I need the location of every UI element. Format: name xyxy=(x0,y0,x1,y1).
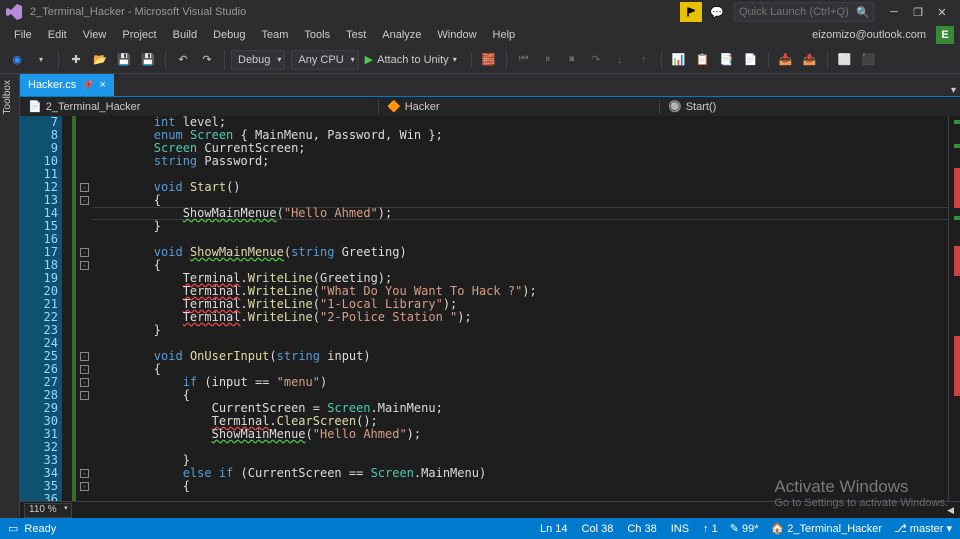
close-button[interactable]: ✕ xyxy=(930,2,954,22)
scroll-map[interactable] xyxy=(948,116,960,501)
step-into-button[interactable]: ↓ xyxy=(609,49,631,71)
fold-toggle[interactable]: - xyxy=(80,391,89,400)
title-bar: 2_Terminal_Hacker - Microsoft Visual Stu… xyxy=(0,0,960,24)
status-publish-icon[interactable]: ↑ 1 xyxy=(703,523,718,535)
pause-button[interactable]: ⏸ xyxy=(537,49,559,71)
document-tabs: Hacker.cs 📌 × ▾ xyxy=(20,74,960,96)
fold-toggle[interactable]: - xyxy=(80,469,89,478)
open-button[interactable]: 📂 xyxy=(89,49,111,71)
tool-icon-c[interactable]: 📑 xyxy=(716,49,738,71)
tool-icon-d[interactable]: 📄 xyxy=(740,49,762,71)
toolbar: ◉ ▾ ✚ 📂 💾 💾 ↶ ↷ Debug Any CPU ▶Attach to… xyxy=(0,46,960,74)
left-dock: Toolbox xyxy=(0,74,20,519)
undo-button[interactable]: ↶ xyxy=(172,49,194,71)
status-ready-icon: ▭ xyxy=(8,522,18,535)
notification-flag-icon[interactable] xyxy=(680,2,702,22)
toolbox-tab[interactable]: Toolbox xyxy=(0,74,15,120)
nav-project-label: 2_Terminal_Hacker xyxy=(46,101,141,113)
hscroll-left[interactable]: ◀ xyxy=(947,505,960,516)
vs-logo-icon xyxy=(6,4,22,20)
fold-toggle[interactable]: - xyxy=(80,248,89,257)
status-col: Col 38 xyxy=(582,523,614,535)
status-repo[interactable]: 🏠 2_Terminal_Hacker xyxy=(771,522,883,535)
code-editor[interactable]: 7891011121314151617181920212223242526272… xyxy=(20,116,960,501)
fold-toggle[interactable]: - xyxy=(80,378,89,387)
fold-toggle[interactable]: - xyxy=(80,261,89,270)
status-branch[interactable]: ⎇ master ▾ xyxy=(894,522,952,535)
fold-toggle[interactable]: - xyxy=(80,196,89,205)
menu-project[interactable]: Project xyxy=(114,27,164,43)
redo-button[interactable]: ↷ xyxy=(196,49,218,71)
status-line: Ln 14 xyxy=(540,523,568,535)
restore-button[interactable]: ❐ xyxy=(906,2,930,22)
nav-method[interactable]: 🔘Start() xyxy=(660,100,960,113)
nav-bar: 📄2_Terminal_Hacker 🔶Hacker 🔘Start() xyxy=(20,96,960,116)
menu-view[interactable]: View xyxy=(75,27,115,43)
nav-back-button[interactable]: ◉ xyxy=(6,49,28,71)
fold-toggle[interactable]: - xyxy=(80,482,89,491)
save-all-button[interactable]: 💾 xyxy=(137,49,159,71)
nav-project[interactable]: 📄2_Terminal_Hacker xyxy=(20,100,148,113)
nav-method-label: Start() xyxy=(686,101,717,113)
nav-class[interactable]: 🔶Hacker xyxy=(379,100,659,113)
tool-icon-e[interactable]: 📥 xyxy=(775,49,797,71)
save-button[interactable]: 💾 xyxy=(113,49,135,71)
menu-analyze[interactable]: Analyze xyxy=(374,27,429,43)
status-ready: Ready xyxy=(24,523,56,535)
fold-toggle[interactable]: - xyxy=(80,352,89,361)
editor-footer: 110 % ◀ xyxy=(20,501,960,519)
tool-icon-h[interactable]: ⬛ xyxy=(858,49,880,71)
start-label: Attach to Unity xyxy=(377,54,449,66)
step-out-button[interactable]: ↑ xyxy=(633,49,655,71)
tool-icon-g[interactable]: ⬜ xyxy=(834,49,856,71)
tool-icon-a[interactable]: 📊 xyxy=(668,49,690,71)
nav-dropdown-button[interactable]: ▾ xyxy=(30,49,52,71)
start-debug-button[interactable]: ▶Attach to Unity▾ xyxy=(361,50,465,70)
account-link[interactable]: eizomizo@outlook.com xyxy=(806,29,932,41)
window-title: 2_Terminal_Hacker - Microsoft Visual Stu… xyxy=(30,6,246,18)
nav-class-label: Hacker xyxy=(405,101,440,113)
zoom-combo[interactable]: 110 % xyxy=(24,503,72,518)
search-icon[interactable]: 🔍 xyxy=(852,2,874,22)
stop-button[interactable]: ⏹ xyxy=(561,49,583,71)
status-changes-icon[interactable]: ✎ 99* xyxy=(730,522,759,535)
file-tab-name: Hacker.cs xyxy=(28,79,76,91)
fold-toggle[interactable]: - xyxy=(80,183,89,192)
menu-debug[interactable]: Debug xyxy=(205,27,253,43)
status-ch: Ch 38 xyxy=(627,523,656,535)
menu-bar: FileEditViewProjectBuildDebugTeamToolsTe… xyxy=(0,24,960,46)
step-over-button[interactable]: ↷ xyxy=(585,49,607,71)
feedback-icon[interactable]: 💬 xyxy=(706,2,728,22)
tool-icon-f[interactable]: 📤 xyxy=(799,49,821,71)
platform-combo[interactable]: Any CPU xyxy=(291,50,358,70)
menu-edit[interactable]: Edit xyxy=(40,27,75,43)
status-bar: ▭ Ready Ln 14 Col 38 Ch 38 INS ↑ 1 ✎ 99*… xyxy=(0,518,960,539)
tabs-overflow-button[interactable]: ▾ xyxy=(951,85,960,96)
account-badge[interactable]: E xyxy=(936,26,954,44)
config-combo[interactable]: Debug xyxy=(231,50,285,70)
close-tab-icon[interactable]: × xyxy=(100,79,106,91)
menu-file[interactable]: File xyxy=(6,27,40,43)
menu-test[interactable]: Test xyxy=(338,27,374,43)
menu-team[interactable]: Team xyxy=(254,27,297,43)
menu-build[interactable]: Build xyxy=(165,27,205,43)
step-back-button[interactable]: ⏮ xyxy=(513,49,535,71)
fold-toggle[interactable]: - xyxy=(80,365,89,374)
tool-icon-1[interactable]: 🧱 xyxy=(478,49,500,71)
minimize-button[interactable]: ─ xyxy=(882,2,906,22)
menu-window[interactable]: Window xyxy=(429,27,484,43)
pin-icon[interactable]: 📌 xyxy=(82,80,93,91)
status-ins: INS xyxy=(671,523,689,535)
file-tab-hacker[interactable]: Hacker.cs 📌 × xyxy=(20,74,114,96)
menu-help[interactable]: Help xyxy=(485,27,524,43)
menu-tools[interactable]: Tools xyxy=(296,27,338,43)
tool-icon-b[interactable]: 📋 xyxy=(692,49,714,71)
new-button[interactable]: ✚ xyxy=(65,49,87,71)
